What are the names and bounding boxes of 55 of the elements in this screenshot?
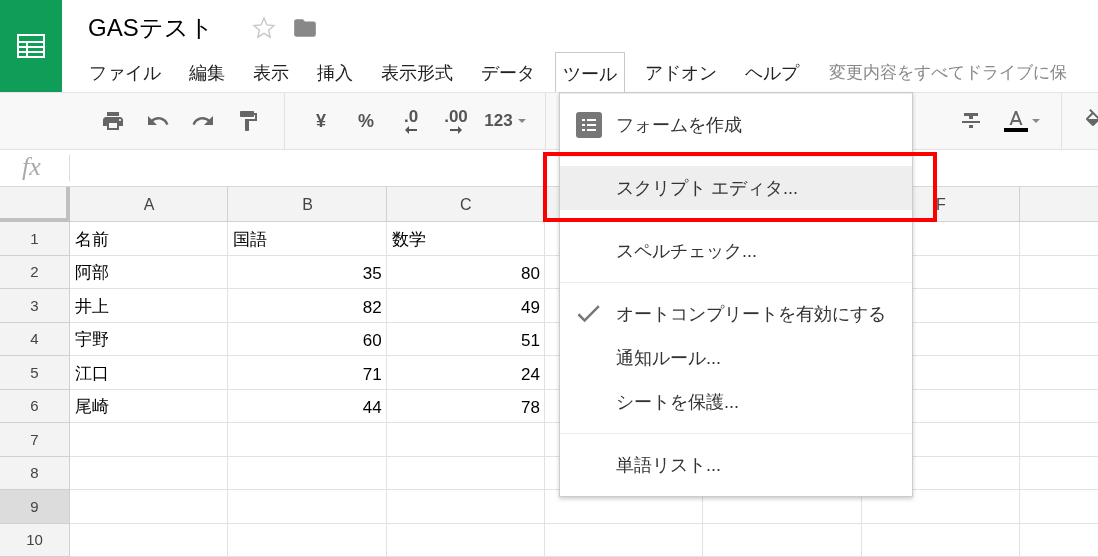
table-cell-text: 井上 [74,295,110,318]
menu-item[interactable]: ヘルプ [737,52,807,92]
row-header[interactable]: 5 [0,356,70,390]
menu-item[interactable]: 挿入 [309,52,361,92]
row-header[interactable]: 6 [0,389,70,423]
table-cell-text: 24 [520,363,541,386]
menu-item[interactable]: ツール [555,52,625,92]
increase-decimal-button[interactable]: .00 [438,105,474,137]
menu-item[interactable]: 通知ルール... [560,336,912,380]
menu-item[interactable]: スクリプト エディタ... [560,166,912,210]
table-cell-text: 71 [361,363,383,386]
row-header[interactable]: 7 [0,423,70,457]
table-cell-text: 78 [520,397,541,419]
table-cell-text: 阿部 [74,262,110,284]
column-header[interactable]: C [386,187,545,222]
table-cell-text: 49 [520,296,541,319]
row-header[interactable]: 1 [0,222,70,256]
menu-item[interactable]: 表示形式 [373,52,461,92]
table-cell-text: 国語 [232,228,269,251]
table-cell-text: 51 [520,330,541,352]
row-header[interactable]: 2 [0,255,70,289]
menu-item[interactable]: フォームを作成 [560,103,912,147]
menu-item[interactable]: データ [473,52,543,92]
table-cell-text: 江口 [74,362,110,385]
number-format-dropdown[interactable]: 123 [483,105,527,137]
row-header[interactable]: 10 [0,523,70,557]
row-header[interactable]: 3 [0,289,70,323]
decrease-decimal-button[interactable]: .0 [393,105,429,137]
save-status: 変更内容をすべてドライブに保 [829,61,1067,84]
menu-item[interactable]: アドオン [637,52,725,92]
menu-item[interactable]: ファイル [81,52,169,92]
table-cell-text: 60 [361,330,383,352]
column-header[interactable]: B [228,187,387,222]
document-title[interactable]: GASテスト [88,12,214,44]
column-header[interactable]: A [70,187,229,222]
row-header[interactable]: 8 [0,456,70,490]
table-cell-text: 82 [361,296,383,319]
format-button[interactable]: ¥ [303,105,339,137]
table-cell-text: 名前 [74,228,110,251]
table-cell-text: 宇野 [74,329,110,351]
table-cell-text: 80 [520,263,541,285]
menu-item[interactable]: スペルチェック... [560,229,912,273]
menu-item[interactable]: 編集 [181,52,233,92]
table-cell-text: 尾崎 [74,396,110,418]
table-cell-text: 35 [361,263,383,285]
menu-item[interactable]: オートコンプリートを有効にする [560,292,912,336]
menu-item[interactable]: 表示 [245,52,297,92]
menu-item[interactable]: 単語リスト... [560,443,912,487]
fx-label: fx [0,155,70,181]
row-header[interactable]: 4 [0,322,70,356]
format-button[interactable]: % [348,105,384,137]
row-header[interactable]: 9 [0,490,70,524]
table-cell-text: 44 [361,397,383,419]
menu-item[interactable]: シートを保護... [560,380,912,424]
table-cell-text: 数学 [390,228,427,251]
